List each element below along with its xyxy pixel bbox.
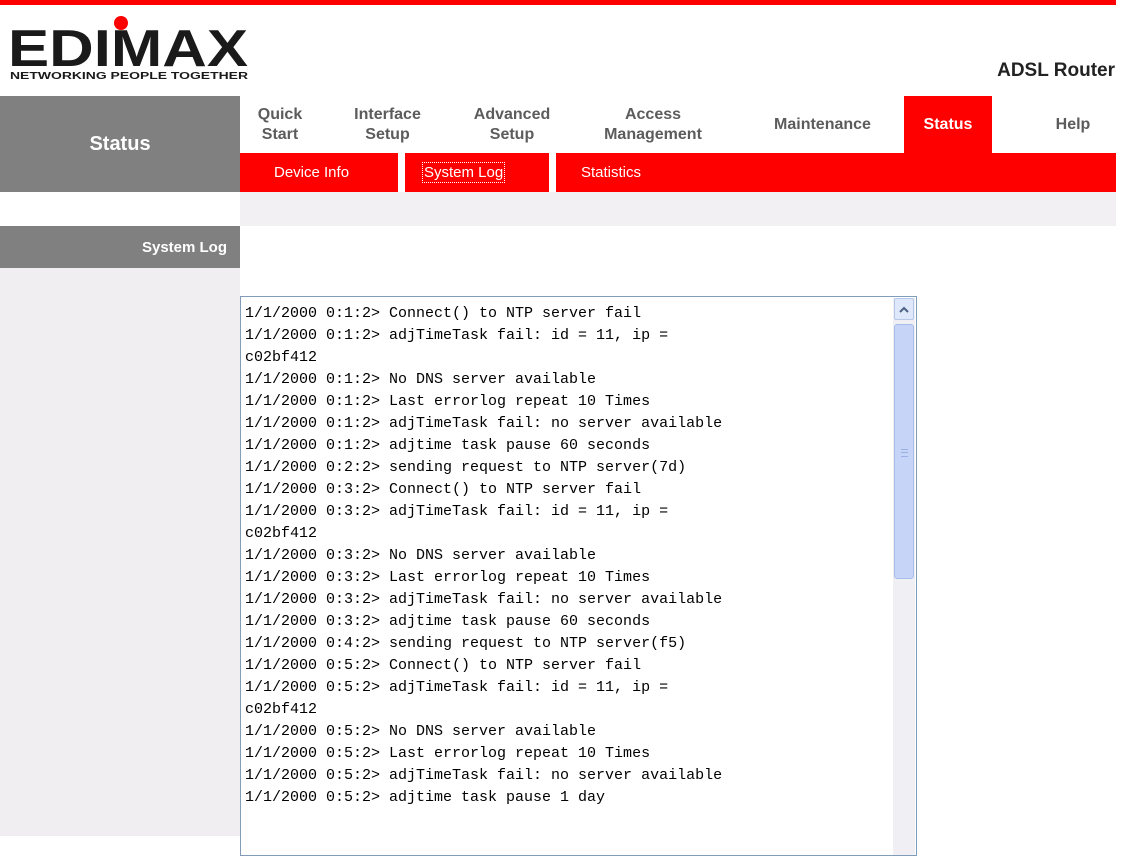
sidebar-background bbox=[0, 268, 240, 836]
system-log-textarea[interactable]: 1/1/2000 0:1:2> Connect() to NTP server … bbox=[240, 296, 917, 856]
nav-label: Maintenance bbox=[774, 115, 871, 133]
subnav-device-info[interactable]: Device Info bbox=[274, 153, 349, 192]
nav-label: Management bbox=[604, 125, 702, 143]
nav-quick-start[interactable]: Quick Start bbox=[240, 96, 320, 153]
subnav-statistics[interactable]: Statistics bbox=[581, 153, 641, 192]
nav-status[interactable]: Status bbox=[904, 96, 992, 153]
header-accent-line bbox=[0, 0, 1116, 5]
subnav-separator bbox=[398, 153, 405, 192]
nav-maintenance[interactable]: Maintenance bbox=[749, 96, 896, 153]
nav-label: Status bbox=[923, 115, 973, 133]
system-log-text: 1/1/2000 0:1:2> Connect() to NTP server … bbox=[245, 305, 723, 806]
subnav-label: Device Info bbox=[274, 164, 350, 181]
grip-icon bbox=[901, 449, 908, 457]
nav-label: Access bbox=[624, 105, 682, 123]
svg-text:NETWORKING PEOPLE TOGETHER: NETWORKING PEOPLE TOGETHER bbox=[10, 70, 249, 80]
section-title: Status bbox=[0, 96, 240, 192]
nav-label: Help bbox=[1055, 115, 1091, 133]
nav-label: Setup bbox=[489, 125, 535, 143]
scroll-up-button[interactable] bbox=[894, 298, 914, 320]
nav-label: Advanced bbox=[473, 105, 551, 123]
nav-label: Interface bbox=[354, 105, 421, 123]
main-nav: Quick Start Interface Setup Advanced Set… bbox=[240, 96, 1116, 153]
sub-nav: Device Info System Log Statistics bbox=[240, 153, 1116, 192]
nav-label: Quick bbox=[257, 105, 303, 123]
scroll-thumb[interactable] bbox=[894, 324, 914, 579]
subnav-label: System Log bbox=[421, 162, 506, 183]
nav-help[interactable]: Help bbox=[1030, 96, 1116, 153]
nav-access-management[interactable]: Access Management bbox=[583, 96, 723, 153]
subnav-label: Statistics bbox=[581, 164, 642, 181]
subnav-system-log[interactable]: System Log bbox=[421, 153, 506, 192]
nav-interface-setup[interactable]: Interface Setup bbox=[340, 96, 435, 153]
nav-label: Setup bbox=[365, 125, 410, 143]
vertical-scrollbar[interactable] bbox=[893, 298, 915, 855]
edimax-logo: EDIMAX NETWORKING PEOPLE TOGETHER bbox=[8, 16, 249, 80]
chevron-up-icon bbox=[899, 306, 909, 313]
product-name: ADSL Router bbox=[997, 60, 1115, 81]
subnav-separator bbox=[549, 153, 556, 192]
nav-label: Start bbox=[261, 125, 299, 143]
spacer bbox=[0, 192, 240, 226]
sidebar-section-label: System Log bbox=[0, 226, 240, 268]
sidebar-label-text: System Log bbox=[141, 238, 227, 256]
section-title-label: Status bbox=[89, 132, 151, 155]
content-header-band bbox=[240, 192, 1116, 226]
nav-advanced-setup[interactable]: Advanced Setup bbox=[458, 96, 566, 153]
